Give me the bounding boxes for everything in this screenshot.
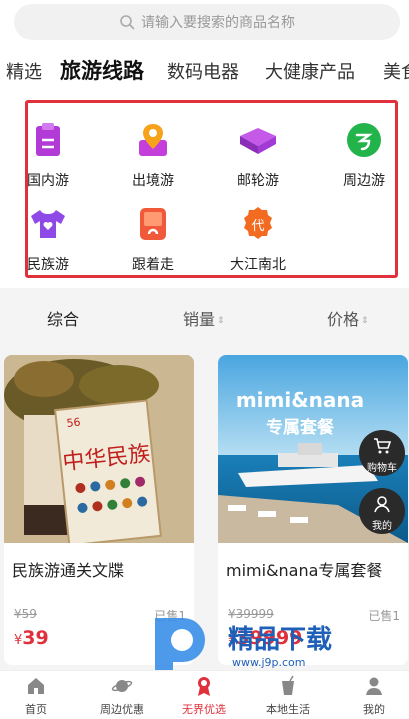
clipboard-icon <box>36 123 60 156</box>
category-outbound[interactable]: 出境游 <box>113 120 193 190</box>
tab-travel-routes[interactable]: 旅游线路 <box>60 55 144 85</box>
tab-food[interactable]: 美食 <box>383 58 409 84</box>
product-name: mimi&nana专属套餐 <box>226 561 383 580</box>
nav-nearby-deals[interactable]: 周边优惠 <box>82 675 162 717</box>
dai-badge-icon: 代 <box>244 207 272 239</box>
bottom-nav: 首页 周边优惠 无界优选 本地生活 我的 <box>0 670 409 719</box>
product-image-art: 中华民族 56 <box>4 355 194 547</box>
category-label: 民族游 <box>27 257 69 273</box>
mine-label: 我的 <box>372 521 392 532</box>
image-subtitle-text: 专属套餐 <box>266 417 335 438</box>
category-cruise[interactable]: 邮轮游 <box>218 120 298 190</box>
category-nearby[interactable]: 周边游 <box>324 120 404 190</box>
category-domestic[interactable]: 国内游 <box>8 120 88 190</box>
tab-featured[interactable]: 精选 <box>6 58 42 84</box>
nav-label: 本地生活 <box>266 703 310 716</box>
product-name: 民族游通关文牒 <box>12 561 125 580</box>
search-placeholder: 请输入要搜索的商品名称 <box>141 15 295 31</box>
tablet-icon <box>140 208 166 240</box>
original-price: ¥59 <box>14 607 37 621</box>
sort-label: 销量 <box>183 310 216 329</box>
sort-bar: 综合 销量 ⇕ 价格 ⇕ <box>0 290 409 342</box>
badge-char: 代 <box>251 219 264 234</box>
drink-icon <box>282 675 294 695</box>
circle-logo-icon <box>347 123 381 157</box>
cart-label: 购物车 <box>367 463 397 474</box>
category-label: 国内游 <box>27 173 69 189</box>
user-icon <box>374 496 390 513</box>
category-tabs: 精选 旅游线路 数码电器 大健康产品 美食 <box>0 52 409 88</box>
sort-arrows-icon: ⇕ <box>361 315 369 326</box>
category-label: 邮轮游 <box>237 173 279 189</box>
search-icon <box>120 15 135 30</box>
cube-icon <box>240 128 276 154</box>
home-icon <box>28 678 44 694</box>
category-grid: 国内游 出境游 邮轮游 周边游 民族游 跟着走 代 大江南北 <box>0 92 409 288</box>
cart-icon <box>374 438 392 454</box>
user-icon <box>366 677 382 695</box>
search-bar[interactable]: 请输入要搜索的商品名称 <box>14 4 400 40</box>
nav-label: 无界优选 <box>182 703 226 716</box>
tab-health-products[interactable]: 大健康产品 <box>265 58 355 84</box>
sort-arrows-icon: ⇕ <box>217 315 225 326</box>
nav-local-life[interactable]: 本地生活 <box>248 675 328 717</box>
mine-float-button[interactable]: 我的 <box>359 488 405 534</box>
category-label: 跟着走 <box>132 257 174 273</box>
tab-digital-appliances[interactable]: 数码电器 <box>167 58 239 84</box>
nav-selected[interactable]: 无界优选 <box>164 675 244 717</box>
image-title-text: mimi&nana <box>236 388 364 412</box>
sort-sales[interactable]: 销量 ⇕ <box>183 306 225 330</box>
product-image: 中华民族 56 <box>4 355 194 547</box>
sort-label: 价格 <box>327 310 360 329</box>
ribbon-icon <box>198 677 210 696</box>
watermark-brand: 精品下载 <box>228 625 332 655</box>
nav-home[interactable]: 首页 <box>0 675 76 717</box>
category-label: 大江南北 <box>230 257 286 273</box>
header: 请输入要搜索的商品名称 精选 旅游线路 数码电器 大健康产品 美食 <box>0 0 409 92</box>
nav-mine[interactable]: 我的 <box>334 675 409 717</box>
nav-label: 周边优惠 <box>100 703 144 716</box>
location-pin-icon <box>139 124 167 156</box>
category-all-over[interactable]: 代 大江南北 <box>218 204 298 274</box>
sort-label: 综合 <box>47 310 80 329</box>
shirt-icon <box>31 210 65 238</box>
nav-label: 首页 <box>25 703 47 716</box>
price-value: 39 <box>22 627 49 649</box>
category-follow[interactable]: 跟着走 <box>113 204 193 274</box>
image-number-text: 56 <box>66 416 81 430</box>
sort-comprehensive[interactable]: 综合 <box>47 306 79 330</box>
category-label: 周边游 <box>343 173 385 189</box>
sort-price[interactable]: 价格 ⇕ <box>327 306 369 330</box>
watermark-url: www.j9p.com <box>232 656 306 669</box>
cart-float-button[interactable]: 购物车 <box>359 430 405 476</box>
nav-label: 我的 <box>363 703 385 716</box>
category-label: 出境游 <box>132 173 174 189</box>
planet-icon <box>111 680 133 692</box>
category-ethnic[interactable]: 民族游 <box>8 204 88 274</box>
sale-price: ¥39 <box>14 627 49 649</box>
